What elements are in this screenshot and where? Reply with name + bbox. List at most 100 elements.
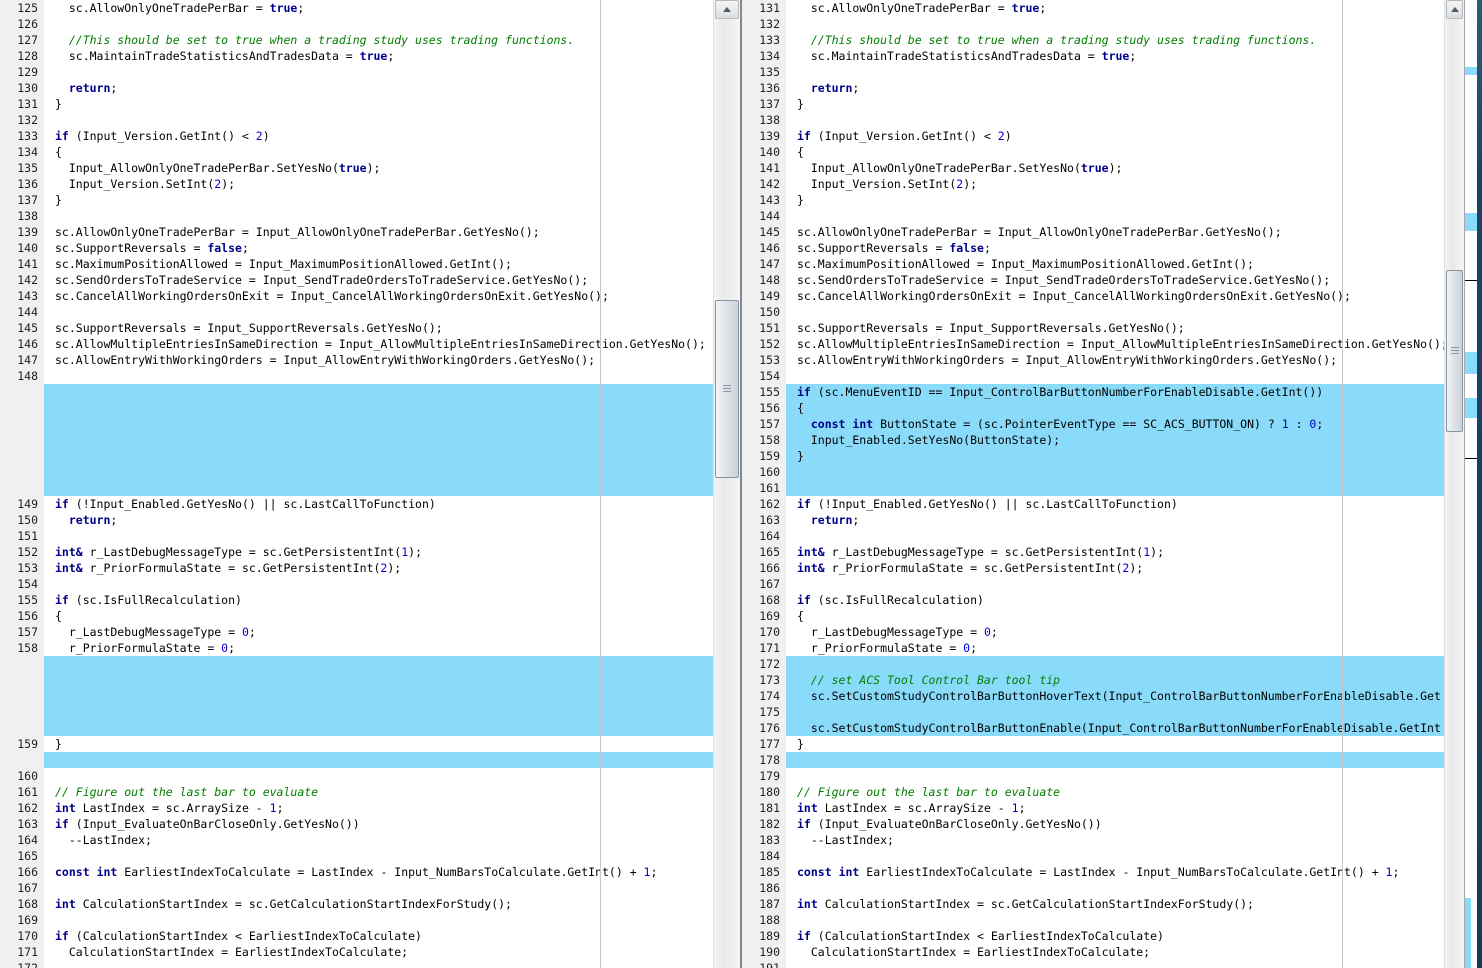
code-line[interactable]: int LastIndex = sc.ArraySize - 1; [44,800,713,816]
code-line[interactable] [786,64,1444,80]
code-row[interactable]: 168 int CalculationStartIndex = sc.GetCal… [0,896,713,912]
code-row[interactable]: 138 [742,112,1444,128]
code-row[interactable]: 161 // Figure out the last bar to evaluat… [0,784,713,800]
code-row[interactable]: 189 if (CalculationStartIndex < EarliestI… [742,928,1444,944]
code-line[interactable] [44,304,713,320]
code-line[interactable] [44,960,713,968]
code-line[interactable]: { [786,608,1444,624]
code-line[interactable] [44,368,713,384]
code-row[interactable]: 158 r_PriorFormulaState = 0; [0,640,713,656]
code-line[interactable] [44,448,713,464]
code-row[interactable]: 137} [742,96,1444,112]
code-line[interactable] [44,400,713,416]
code-row[interactable]: 184 [742,848,1444,864]
code-line[interactable] [786,368,1444,384]
diff-highlight-row[interactable] [0,704,713,720]
code-line[interactable]: if (Input_EvaluateOnBarCloseOnly.GetYesN… [786,816,1444,832]
code-line[interactable]: sc.SetCustomStudyControlBarButtonEnable(… [786,720,1444,736]
code-row[interactable]: 139 sc.AllowOnlyOneTradePerBar = Input_Al… [0,224,713,240]
code-line[interactable]: if (sc.IsFullRecalculation) [44,592,713,608]
code-row[interactable]: 142 Input_Version.SetInt(2); [742,176,1444,192]
code-line[interactable]: sc.MaximumPositionAllowed = Input_Maximu… [44,256,713,272]
diff-highlight-row[interactable]: 160 [742,464,1444,480]
code-row[interactable]: 143 sc.CancelAllWorkingOrdersOnExit = Inp… [0,288,713,304]
right-scrollbar-thumb[interactable] [1446,270,1463,432]
code-row[interactable]: 149 if (!Input_Enabled.GetYesNo() || sc.L… [0,496,713,512]
diff-highlight-row[interactable] [0,656,713,672]
code-row[interactable]: 160 [0,768,713,784]
code-line[interactable]: --LastIndex; [44,832,713,848]
code-row[interactable]: 191 [742,960,1444,968]
code-line[interactable] [44,480,713,496]
diff-highlight-row[interactable] [0,752,713,768]
diff-highlight-row[interactable] [0,432,713,448]
diff-highlight-row[interactable]: 173 // set ACS Tool Control Bar tool tip [742,672,1444,688]
code-row[interactable]: 185 const int EarliestIndexToCalculate = … [742,864,1444,880]
diff-highlight-row[interactable]: 174 sc.SetCustomStudyControlBarButtonHov… [742,688,1444,704]
overview-diff-marker[interactable] [1465,67,1477,75]
code-row[interactable]: 127 //This should be set to true when a … [0,32,713,48]
code-line[interactable]: } [786,96,1444,112]
diff-location-overview[interactable] [1464,0,1477,968]
diff-highlight-row[interactable] [0,480,713,496]
diff-highlight-row[interactable]: 176 sc.SetCustomStudyControlBarButtonEna… [742,720,1444,736]
code-line[interactable]: const int ButtonState = (sc.PointerEvent… [786,416,1444,432]
code-row[interactable]: 167 [0,880,713,896]
code-line[interactable]: int LastIndex = sc.ArraySize - 1; [786,800,1444,816]
code-row[interactable]: 171 CalculationStartIndex = EarliestInde… [0,944,713,960]
code-row[interactable]: 187 int CalculationStartIndex = sc.GetCal… [742,896,1444,912]
code-line[interactable] [786,880,1444,896]
left-code-pane[interactable]: 125 sc.AllowOnlyOneTradePerBar = true; 12… [0,0,713,968]
code-line[interactable]: int& r_LastDebugMessageType = sc.GetPers… [44,544,713,560]
code-line[interactable]: } [786,192,1444,208]
code-row[interactable]: 162 if (!Input_Enabled.GetYesNo() || sc.L… [742,496,1444,512]
scroll-up-button-left[interactable] [715,0,739,19]
code-row[interactable]: 145 sc.SupportReversals = Input_SupportRe… [0,320,713,336]
code-row[interactable]: 147 sc.AllowEntryWithWorkingOrders = Inpu… [0,352,713,368]
code-line[interactable] [786,768,1444,784]
code-row[interactable]: 148 [0,368,713,384]
code-row[interactable]: 188 [742,912,1444,928]
code-row[interactable]: 156 { [0,608,713,624]
code-row[interactable]: 171 r_PriorFormulaState = 0; [742,640,1444,656]
code-line[interactable] [786,752,1444,768]
code-line[interactable]: if (Input_Version.GetInt() < 2) [44,128,713,144]
code-line[interactable]: } [786,736,1444,752]
code-row[interactable]: 142 sc.SendOrdersToTradeService = Input_S… [0,272,713,288]
right-pane-scrollbar[interactable] [1444,0,1464,968]
code-line[interactable]: if (CalculationStartIndex < EarliestInde… [786,928,1444,944]
code-line[interactable]: sc.AllowEntryWithWorkingOrders = Input_A… [786,352,1444,368]
right-code-pane[interactable]: 131 sc.AllowOnlyOneTradePerBar = true; 13… [742,0,1444,968]
code-line[interactable]: sc.MaximumPositionAllowed = Input_Maximu… [786,256,1444,272]
code-line[interactable] [44,416,713,432]
diff-highlight-row[interactable]: 178 [742,752,1444,768]
diff-highlight-row[interactable] [0,672,713,688]
code-row[interactable]: 146 sc.AllowMultipleEntriesInSameDirectio… [0,336,713,352]
code-row[interactable]: 151 sc.SupportReversals = Input_SupportRe… [742,320,1444,336]
overview-diff-marker[interactable] [1465,213,1477,231]
code-line[interactable] [44,688,713,704]
code-line[interactable] [786,960,1444,968]
code-line[interactable] [786,16,1444,32]
code-row[interactable]: 163 return; [742,512,1444,528]
code-line[interactable]: int& r_PriorFormulaState = sc.GetPersist… [44,560,713,576]
code-line[interactable]: if (sc.MenuEventID == Input_ControlBarBu… [786,384,1444,400]
code-row[interactable]: 152 int& r_LastDebugMessageType = sc.GetP… [0,544,713,560]
code-row[interactable]: 181 int LastIndex = sc.ArraySize - 1; [742,800,1444,816]
code-row[interactable]: 159} [0,736,713,752]
code-row[interactable]: 162 int LastIndex = sc.ArraySize - 1; [0,800,713,816]
code-line[interactable] [44,848,713,864]
code-row[interactable]: 152 sc.AllowMultipleEntriesInSameDirectio… [742,336,1444,352]
code-line[interactable]: sc.SetCustomStudyControlBarButtonHoverTe… [786,688,1444,704]
code-line[interactable]: Input_Enabled.SetYesNo(ButtonState); [786,432,1444,448]
code-line[interactable] [786,704,1444,720]
code-line[interactable] [44,752,713,768]
code-line[interactable] [786,528,1444,544]
code-line[interactable]: sc.MaintainTradeStatisticsAndTradesData … [44,48,713,64]
code-row[interactable]: 170 if (CalculationStartIndex < EarliestI… [0,928,713,944]
code-row[interactable]: 169 [0,912,713,928]
left-pane-scrollbar[interactable] [713,0,740,968]
code-line[interactable] [786,848,1444,864]
code-row[interactable]: 131 sc.AllowOnlyOneTradePerBar = true; [742,0,1444,16]
code-line[interactable] [44,576,713,592]
